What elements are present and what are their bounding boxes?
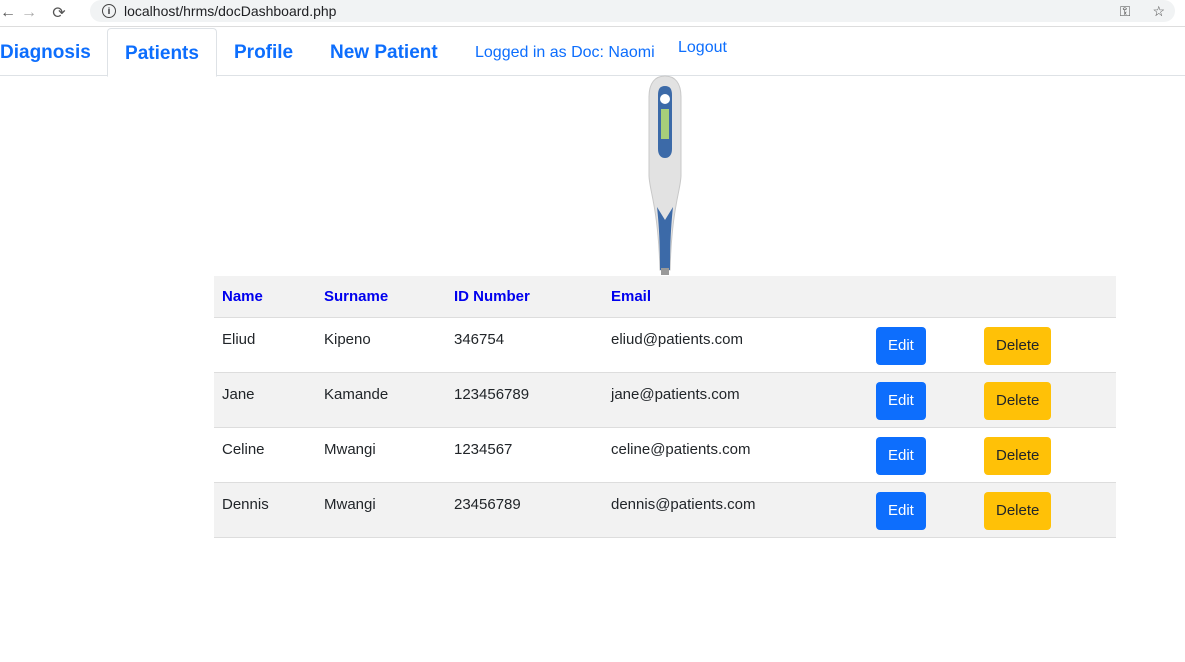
table-row: Celine Mwangi 1234567 celine@patients.com Ed…	[214, 427, 1116, 483]
edit-button[interactable]: Edit	[876, 326, 926, 365]
address-bar[interactable]: i localhost/hrms/docDashboard.php ⚿ ☆	[90, 0, 1175, 22]
cell-surname: Kipeno	[316, 317, 446, 373]
cell-surname: Mwangi	[316, 427, 446, 483]
cell-email: celine@patients.com	[603, 427, 868, 483]
logout-link[interactable]: Logout	[678, 39, 727, 57]
edit-button[interactable]: Edit	[876, 381, 926, 420]
patients-table: Name Surname ID Number Email Eliud Kipeno…	[214, 276, 1116, 538]
cell-name: Jane	[214, 372, 316, 428]
info-icon[interactable]: i	[102, 4, 116, 18]
tab-patients[interactable]: Patients	[107, 28, 217, 77]
table-row: Jane Kamande 123456789 jane@patients.com Edi…	[214, 372, 1116, 428]
cell-name: Celine	[214, 427, 316, 483]
logged-in-label: Logged in as Doc: Naomi	[475, 44, 655, 61]
header-surname: Surname	[316, 276, 446, 318]
table-header-row: Name Surname ID Number Email	[214, 276, 1116, 318]
cell-id: 346754	[446, 317, 603, 373]
tab-profile[interactable]: Profile	[234, 28, 293, 76]
edit-button[interactable]: Edit	[876, 436, 926, 475]
url-text: localhost/hrms/docDashboard.php	[124, 3, 337, 19]
thermometer-image	[648, 75, 682, 275]
nav-tabs: Diagnosis Patients Profile New Patient L…	[0, 28, 1185, 77]
cell-name: Dennis	[214, 482, 316, 538]
forward-icon[interactable]: →	[14, 4, 44, 22]
browser-toolbar: ← → ⟳ i localhost/hrms/docDashboard.php …	[0, 0, 1185, 27]
tab-diagnosis[interactable]: Diagnosis	[0, 28, 91, 76]
cell-id: 23456789	[446, 482, 603, 538]
reload-icon[interactable]: ⟳	[44, 3, 74, 23]
back-icon[interactable]: ←	[0, 4, 16, 22]
cell-email: dennis@patients.com	[603, 482, 868, 538]
header-email: Email	[603, 276, 868, 318]
cell-surname: Mwangi	[316, 482, 446, 538]
delete-button[interactable]: Delete	[984, 436, 1052, 475]
table-row: Eliud Kipeno 346754 eliud@patients.com Edit D…	[214, 317, 1116, 373]
cell-id: 123456789	[446, 372, 603, 428]
delete-button[interactable]: Delete	[984, 326, 1052, 365]
table-row: Dennis Mwangi 23456789 dennis@patients.com E…	[214, 482, 1116, 538]
cell-surname: Kamande	[316, 372, 446, 428]
cell-name: Eliud	[214, 317, 316, 373]
delete-button[interactable]: Delete	[984, 381, 1052, 420]
star-icon[interactable]: ☆	[1152, 3, 1165, 20]
tab-new-patient[interactable]: New Patient	[330, 28, 438, 76]
delete-button[interactable]: Delete	[984, 491, 1052, 530]
key-icon[interactable]: ⚿	[1120, 3, 1131, 20]
header-id: ID Number	[446, 276, 603, 318]
cell-email: jane@patients.com	[603, 372, 868, 428]
cell-id: 1234567	[446, 427, 603, 483]
edit-button[interactable]: Edit	[876, 491, 926, 530]
cell-email: eliud@patients.com	[603, 317, 868, 373]
header-name: Name	[214, 276, 316, 318]
